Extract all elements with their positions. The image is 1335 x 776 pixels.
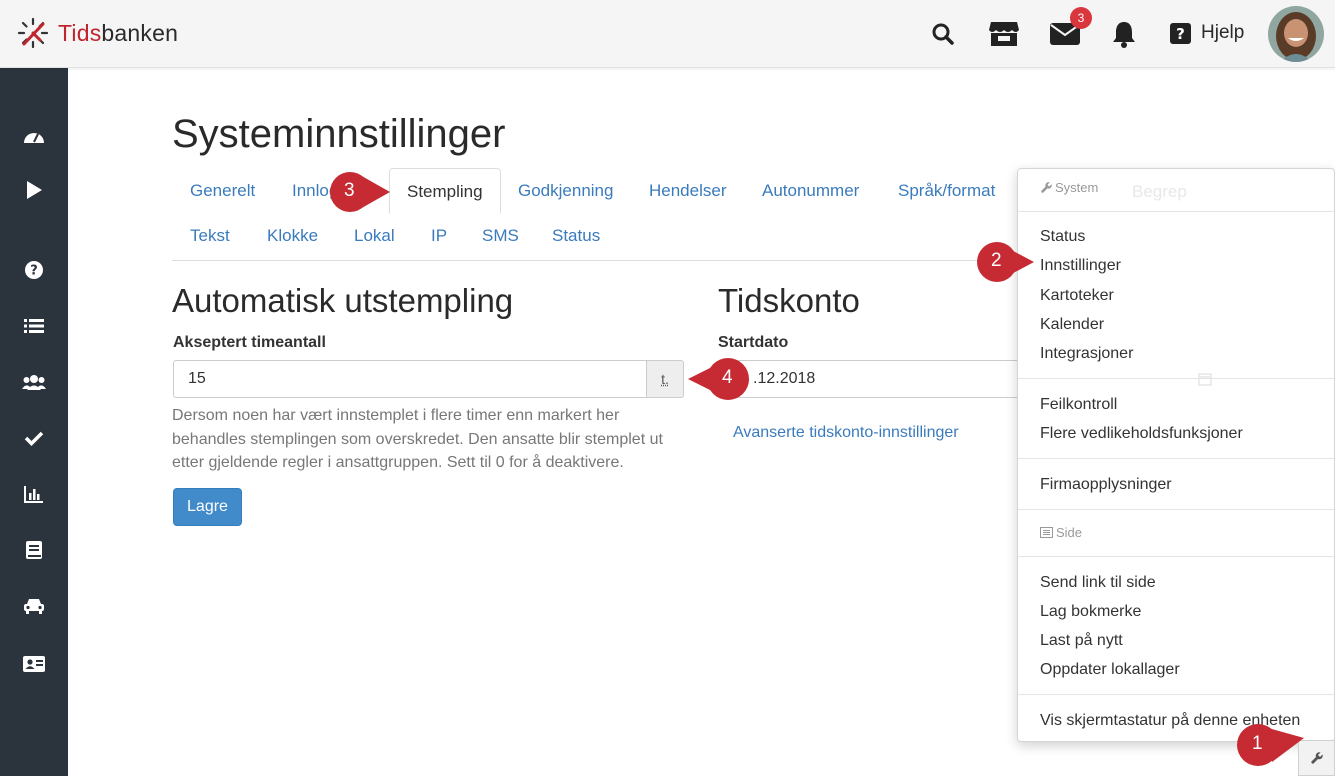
- menu-divider: [1018, 458, 1334, 459]
- sidebar: ?: [0, 68, 68, 776]
- auto-stamp-heading: Automatisk utstempling: [172, 282, 514, 319]
- tab-stempling[interactable]: Stempling: [389, 168, 501, 214]
- auto-stamp-help: Dersom noen har vært innstemplet i flere…: [172, 407, 663, 471]
- id-card-icon[interactable]: [22, 652, 46, 676]
- start-date-input[interactable]: .12.2018: [718, 360, 1018, 398]
- side-section-header: Side: [1040, 525, 1082, 540]
- logo-mark-icon: [17, 17, 49, 49]
- menu-divider: [1018, 694, 1334, 695]
- side-header-label: Side: [1056, 525, 1083, 540]
- brand-name-dark: banken: [101, 19, 179, 46]
- system-header-label: System: [1055, 180, 1099, 195]
- page-title: Systeminnstillinger: [172, 112, 506, 156]
- save-button[interactable]: Lagre: [173, 488, 242, 526]
- menu-item-vedlikehold[interactable]: Flere vedlikeholdsfunksjoner: [1040, 425, 1243, 443]
- annotation-number: 3: [344, 180, 355, 201]
- play-icon[interactable]: [22, 178, 46, 202]
- menu-item-oppdater-lokallager[interactable]: Oppdater lokallager: [1040, 661, 1180, 679]
- tab-klokke[interactable]: Klokke: [267, 226, 318, 246]
- check-icon[interactable]: [22, 426, 46, 450]
- annotation-number: 2: [991, 250, 1002, 271]
- tab-tekst[interactable]: Tekst: [190, 226, 230, 246]
- tab-status[interactable]: Status: [552, 226, 600, 246]
- tools-dropdown-menu: System Status Innstillinger Kartoteker K…: [1017, 168, 1335, 742]
- menu-item-kalender[interactable]: Kalender: [1040, 316, 1104, 334]
- list-alt-icon: [1040, 527, 1053, 538]
- start-date-label: Startdato: [718, 334, 789, 351]
- menu-item-last-pa-nytt[interactable]: Last på nytt: [1040, 632, 1123, 650]
- brand-name: Tidsbanken: [58, 20, 178, 47]
- annotation-number: 4: [722, 367, 733, 388]
- tab-autonummer[interactable]: Autonummer: [762, 168, 859, 214]
- search-icon[interactable]: [927, 18, 959, 50]
- menu-item-status[interactable]: Status: [1040, 228, 1085, 246]
- wrench-icon: [1041, 182, 1052, 193]
- mail-badge: 3: [1070, 7, 1092, 29]
- tab-godkjenning[interactable]: Godkjenning: [518, 168, 613, 214]
- menu-item-innstillinger[interactable]: Innstillinger: [1040, 257, 1121, 275]
- advanced-time-account-link[interactable]: Avanserte tidskonto-innstillinger: [733, 424, 959, 442]
- accepted-hours-label: Akseptert timeantall: [173, 334, 326, 351]
- svg-text:?: ?: [30, 264, 38, 279]
- question-icon: ?: [1170, 22, 1191, 44]
- annotation-marker-4: 4: [688, 358, 752, 400]
- svg-text:?: ?: [1176, 25, 1185, 43]
- users-icon[interactable]: [22, 370, 46, 394]
- calendar-icon: [1198, 373, 1212, 386]
- menu-item-feilkontroll[interactable]: Feilkontroll: [1040, 396, 1117, 414]
- menu-divider: [1018, 378, 1334, 379]
- time-account-heading: Tidskonto: [718, 282, 860, 319]
- book-icon[interactable]: [22, 538, 46, 562]
- menu-item-integrasjoner[interactable]: Integrasjoner: [1040, 345, 1133, 363]
- help-link[interactable]: ? Hjelp: [1170, 22, 1244, 44]
- user-avatar[interactable]: [1268, 6, 1324, 62]
- annotation-marker-2: 2: [972, 242, 1034, 282]
- menu-item-firmaopplysninger[interactable]: Firmaopplysninger: [1040, 476, 1172, 494]
- accepted-hours-input[interactable]: 15: [173, 360, 647, 398]
- annotation-marker-3: 3: [330, 172, 390, 212]
- menu-divider: [1018, 556, 1334, 557]
- brand-logo[interactable]: Tidsbanken: [16, 16, 178, 50]
- tab-hendelser[interactable]: Hendelser: [649, 168, 727, 214]
- bar-chart-icon[interactable]: [22, 482, 46, 506]
- menu-item-kartoteker[interactable]: Kartoteker: [1040, 287, 1114, 305]
- menu-divider: [1018, 509, 1334, 510]
- question-circle-icon[interactable]: ?: [22, 258, 46, 282]
- tab-ip[interactable]: IP: [431, 226, 447, 246]
- brand-name-red: Tids: [58, 19, 102, 46]
- menu-divider: [1018, 211, 1334, 212]
- hours-unit-addon: t.: [646, 360, 684, 398]
- tab-begrep-hidden: Begrep: [1132, 182, 1187, 201]
- wrench-icon: [1310, 752, 1323, 764]
- tab-lokal[interactable]: Lokal: [354, 226, 395, 246]
- tab-sprak-format[interactable]: Språk/format: [898, 168, 995, 214]
- list-icon[interactable]: [22, 314, 46, 338]
- dashboard-icon[interactable]: [22, 124, 46, 148]
- top-bar: Tidsbanken 3 ? Hjelp: [0, 0, 1335, 68]
- tab-sms[interactable]: SMS: [482, 226, 519, 246]
- menu-item-send-link[interactable]: Send link til side: [1040, 574, 1156, 592]
- system-section-header: System: [1040, 180, 1098, 195]
- bell-icon[interactable]: [1108, 18, 1140, 50]
- store-icon[interactable]: [988, 18, 1020, 50]
- menu-item-bokmerke[interactable]: Lag bokmerke: [1040, 603, 1141, 621]
- annotation-marker-1: 1: [1234, 724, 1306, 766]
- annotation-number: 1: [1252, 733, 1263, 754]
- tab-generelt[interactable]: Generelt: [190, 168, 255, 214]
- help-label: Hjelp: [1201, 22, 1245, 43]
- car-icon[interactable]: [22, 594, 46, 618]
